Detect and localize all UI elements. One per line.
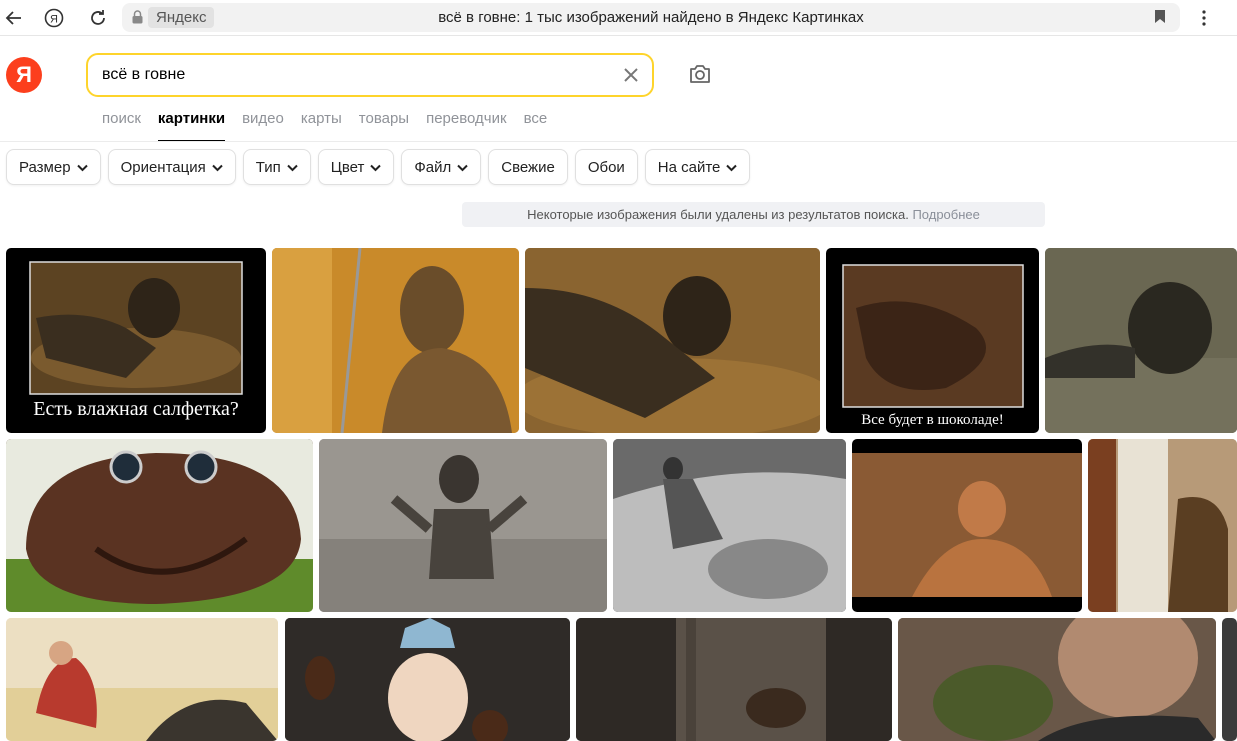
bookmark-icon[interactable] bbox=[1154, 9, 1166, 29]
chevron-down-icon bbox=[726, 159, 738, 176]
yandex-logo[interactable]: Я bbox=[6, 57, 42, 93]
filter-bar: Размер Ориентация Тип Цвет Файл Свежие Обои На … bbox=[6, 149, 757, 185]
clear-icon[interactable] bbox=[622, 66, 640, 89]
reload-icon[interactable] bbox=[86, 6, 110, 30]
tab-1[interactable]: картинки bbox=[157, 110, 226, 142]
chevron-down-icon bbox=[370, 159, 382, 176]
result-image[interactable] bbox=[852, 439, 1082, 612]
yandex-browser-icon[interactable]: Я bbox=[42, 6, 66, 30]
filter-label: Свежие bbox=[501, 158, 555, 176]
tab-0[interactable]: поиск bbox=[102, 110, 141, 142]
filter-button[interactable]: Цвет bbox=[317, 149, 395, 185]
tab-5[interactable]: переводчик bbox=[426, 110, 506, 142]
tab-2[interactable]: видео bbox=[242, 110, 284, 142]
filter-button[interactable]: Свежие bbox=[488, 149, 568, 185]
result-image[interactable] bbox=[319, 439, 607, 612]
result-image[interactable]: Все будет в шоколаде! bbox=[826, 248, 1039, 433]
menu-kebab-icon[interactable] bbox=[1192, 6, 1216, 30]
svg-text:Я: Я bbox=[50, 14, 58, 26]
result-image[interactable] bbox=[1222, 618, 1237, 741]
search-tabs: поиск картинки видео карты товары переводчик в… bbox=[102, 110, 564, 142]
result-image[interactable] bbox=[1045, 248, 1237, 433]
filter-button[interactable]: Размер bbox=[6, 149, 101, 185]
image-caption: Все будет в шоколаде! bbox=[861, 412, 1004, 428]
search-input[interactable] bbox=[102, 64, 602, 86]
notice-more-link[interactable]: Подробнее bbox=[912, 207, 979, 222]
filter-label: Ориентация bbox=[120, 158, 206, 176]
result-image[interactable] bbox=[898, 618, 1216, 741]
filter-label: Тип bbox=[255, 158, 281, 176]
divider bbox=[0, 141, 1237, 142]
filter-button[interactable]: Ориентация bbox=[107, 149, 236, 185]
chevron-down-icon bbox=[287, 159, 298, 176]
filter-label: Обои bbox=[587, 158, 625, 176]
tab-4[interactable]: товары bbox=[359, 110, 409, 142]
filter-label: Файл bbox=[414, 158, 452, 176]
camera-search-icon[interactable] bbox=[688, 63, 712, 90]
filter-label: Цвет bbox=[330, 158, 365, 176]
page-title: всё в говне: 1 тыс изображений найдено в… bbox=[438, 9, 864, 26]
back-arrow-icon[interactable] bbox=[2, 6, 26, 30]
tab-6[interactable]: все bbox=[524, 110, 548, 142]
filter-button[interactable]: Файл bbox=[401, 149, 482, 185]
tab-3[interactable]: карты bbox=[301, 110, 342, 142]
filter-button[interactable]: Обои bbox=[574, 149, 638, 185]
result-image[interactable] bbox=[576, 618, 892, 741]
chevron-down-icon bbox=[76, 159, 88, 176]
image-caption: Есть влажная салфетка? bbox=[33, 398, 239, 420]
result-image[interactable] bbox=[285, 618, 570, 741]
address-bar[interactable]: Яндекс всё в говне: 1 тыс изображений на… bbox=[122, 3, 1180, 32]
filter-label: Размер bbox=[19, 158, 71, 176]
result-image[interactable] bbox=[1088, 439, 1237, 612]
result-image[interactable] bbox=[525, 248, 820, 433]
filter-button[interactable]: На сайте bbox=[644, 149, 751, 185]
search-box[interactable] bbox=[86, 53, 654, 97]
removed-results-notice: Некоторые изображения были удалены из ре… bbox=[462, 202, 1045, 227]
browser-toolbar: Я Яндекс всё в говне: 1 тыс изображений … bbox=[0, 0, 1237, 36]
result-image[interactable] bbox=[6, 618, 278, 741]
notice-text: Некоторые изображения были удалены из ре… bbox=[527, 207, 909, 222]
chevron-down-icon bbox=[212, 159, 223, 176]
result-image[interactable] bbox=[6, 439, 313, 612]
filter-label: На сайте bbox=[657, 158, 721, 176]
result-image[interactable] bbox=[613, 439, 846, 612]
filter-button[interactable]: Тип bbox=[242, 149, 311, 185]
result-image[interactable]: Есть влажная салфетка? bbox=[6, 248, 266, 433]
result-image[interactable] bbox=[272, 248, 519, 433]
chevron-down-icon bbox=[457, 159, 468, 176]
